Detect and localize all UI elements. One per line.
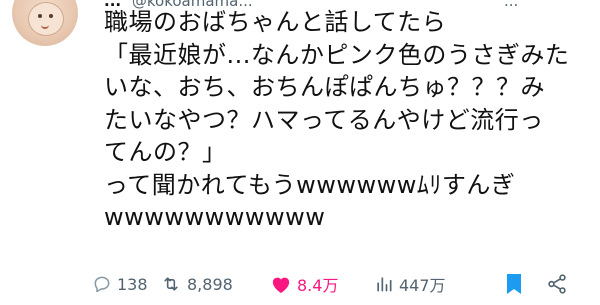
reply-count: 138: [117, 274, 148, 294]
tweet-text-line: てんの？」: [104, 138, 227, 166]
like-button[interactable]: 8.4万: [270, 272, 338, 296]
tweet-text-line: いな、おち、おちんぽぱんちゅ？？？み: [104, 73, 545, 101]
avatar[interactable]: [12, 0, 78, 46]
tweet-text-line: 「最近娘が...なんかピンク色のうさぎみた: [104, 40, 570, 69]
avatar-eye: [38, 14, 42, 18]
avatar-face: [28, 2, 64, 36]
bookmark-icon: [507, 274, 521, 294]
reply-icon: [94, 276, 110, 293]
tweet-text-line: って聞かれてもうwwwwwwﾑﾘすんぎ: [104, 170, 516, 199]
heart-icon: [272, 277, 290, 294]
like-count: 8.4万: [297, 276, 339, 295]
tweet: ... @kokoamama... ... 職場のおばちゃんと話してたら 「最近…: [0, 0, 600, 305]
retweet-button[interactable]: 8,898: [160, 272, 233, 296]
tweet-text-line: wwwwwwwwwww: [104, 203, 326, 231]
retweet-count: 8,898: [187, 274, 233, 294]
share-button[interactable]: [546, 272, 568, 296]
tweet-text: 職場のおばちゃんと話してたら 「最近娘が...なんかピンク色のうさぎみた いな、…: [104, 6, 584, 234]
bookmark-button[interactable]: [504, 272, 524, 296]
reply-button[interactable]: 138: [92, 272, 148, 296]
tweet-text-line: たいなやつ？ハマってるんやけど流行っ: [104, 105, 544, 134]
avatar-eye: [49, 14, 53, 18]
views-icon: [377, 277, 392, 292]
views-count: 447万: [399, 276, 446, 295]
tweet-text-line: 職場のおばちゃんと話してたら: [104, 8, 447, 36]
share-icon: [548, 274, 566, 294]
tweet-actions: 138 8,898 8.4万 447万: [94, 272, 584, 296]
retweet-icon: [164, 277, 178, 291]
views-button[interactable]: 447万: [374, 272, 446, 296]
